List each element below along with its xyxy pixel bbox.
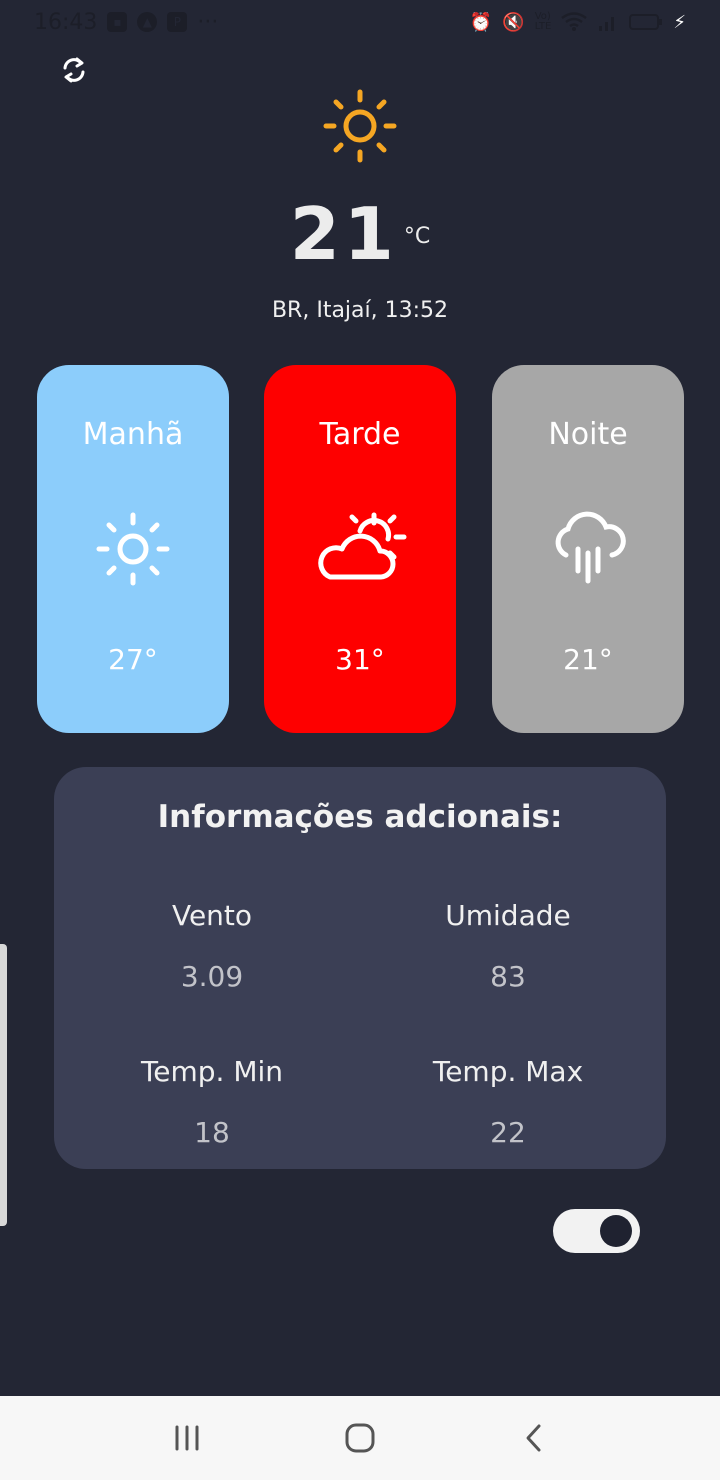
- signal-icon: [599, 17, 615, 31]
- card-morning[interactable]: Manhã 27°: [37, 365, 229, 733]
- status-left: 16:43 ▪ ▲ P ···: [34, 10, 218, 35]
- status-time: 16:43: [34, 9, 98, 35]
- wind-label: Vento: [171, 899, 253, 932]
- theme-toggle[interactable]: [553, 1209, 640, 1253]
- info-title: Informações adcionais:: [157, 799, 563, 835]
- temp-max-cell: Temp. Max 22: [358, 1055, 658, 1149]
- period-temperature: 31°: [335, 643, 385, 676]
- wind-value: 3.09: [180, 960, 244, 993]
- recent-apps-button[interactable]: [157, 1408, 217, 1468]
- humidity-cell: Umidade 83: [358, 899, 658, 993]
- temp-max-label: Temp. Max: [432, 1055, 584, 1088]
- wifi-icon: [561, 12, 588, 31]
- period-temperature: 27°: [108, 643, 158, 676]
- navigation-bar: [0, 1396, 720, 1480]
- edge-panel-handle[interactable]: [0, 944, 7, 1226]
- temperature-value: 21: [289, 192, 398, 276]
- rain-icon: [555, 511, 626, 584]
- mute-icon: 🔇: [502, 11, 525, 33]
- back-button[interactable]: [503, 1408, 563, 1468]
- more-icon: ···: [197, 9, 219, 35]
- period-label: Manhã: [82, 417, 184, 452]
- humidity-value: 83: [490, 960, 526, 993]
- home-icon: [345, 1423, 375, 1453]
- sun-icon: [96, 512, 170, 586]
- parking-icon: P: [167, 12, 188, 32]
- location-time: BR, Itajaí, 13:52: [271, 298, 449, 323]
- temp-max-value: 22: [490, 1116, 526, 1149]
- recent-apps-icon: [175, 1425, 199, 1451]
- charging-icon: ⚡: [673, 11, 686, 33]
- card-afternoon[interactable]: Tarde 31°: [264, 365, 456, 733]
- toggle-knob: [600, 1215, 632, 1247]
- partly-cloudy-icon: [318, 512, 407, 580]
- wind-cell: Vento 3.09: [62, 899, 362, 993]
- refresh-icon: [63, 57, 85, 83]
- home-button[interactable]: [330, 1408, 390, 1468]
- additional-info-panel: Informações adcionais: Vento 3.09 Umidad…: [54, 767, 666, 1169]
- sun-icon: [323, 89, 397, 163]
- temp-min-cell: Temp. Min 18: [62, 1055, 362, 1149]
- card-night[interactable]: Noite 21°: [492, 365, 684, 733]
- alarm-icon: ⏰: [469, 11, 493, 33]
- volte-icon: Vo) LTE: [534, 11, 552, 32]
- battery-icon: [629, 14, 663, 30]
- humidity-label: Umidade: [445, 899, 571, 932]
- temperature-unit: °C: [403, 224, 431, 249]
- back-icon: [526, 1424, 541, 1452]
- temp-min-label: Temp. Min: [140, 1055, 284, 1088]
- refresh-button[interactable]: [56, 52, 92, 88]
- current-temperature: 21 °C: [0, 198, 720, 270]
- app-icon: ▲: [137, 12, 158, 32]
- period-label: Tarde: [319, 417, 401, 452]
- temp-min-value: 18: [194, 1116, 230, 1149]
- period-label: Noite: [548, 417, 628, 452]
- status-right: ⏰ 🔇 Vo) LTE ⚡: [470, 12, 686, 33]
- period-temperature: 21°: [563, 643, 613, 676]
- image-icon: ▪: [107, 12, 128, 32]
- status-bar: 16:43 ▪ ▲ P ··· ⏰ 🔇 Vo) LTE ⚡: [0, 0, 720, 44]
